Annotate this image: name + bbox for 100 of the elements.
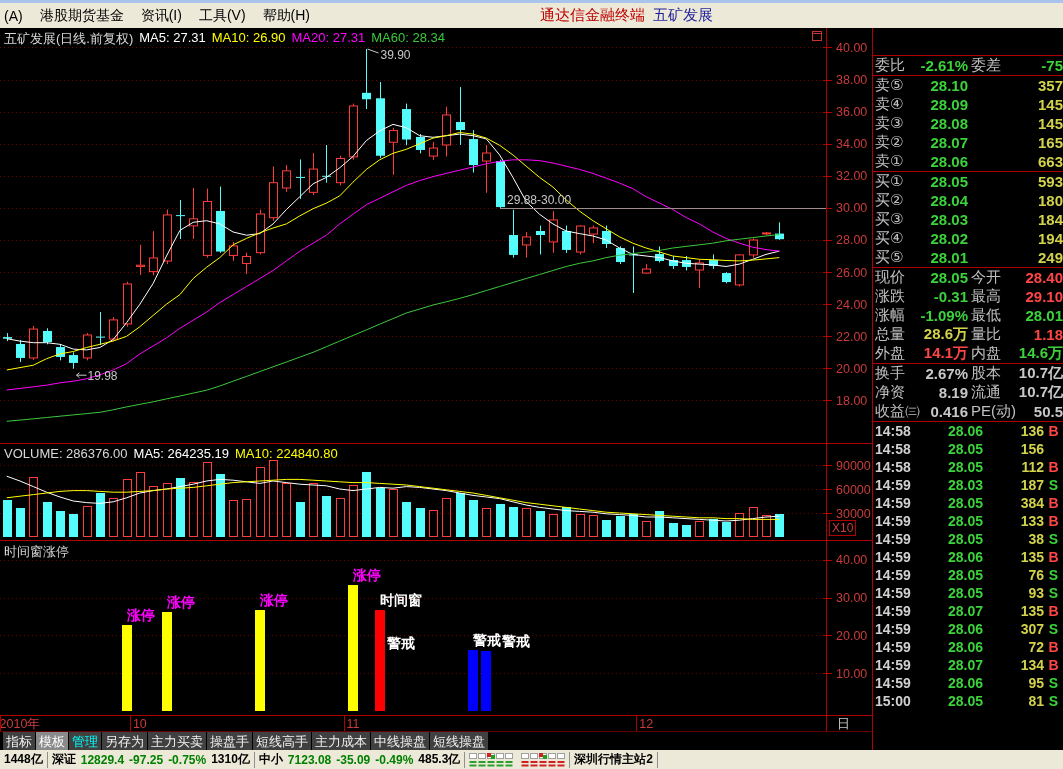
candlestick [83,332,92,361]
field-value: 0.416 [929,403,968,420]
tab[interactable]: 短线高手 [253,732,311,750]
legend-text: MA10: 26.90 [211,30,286,47]
menu-item[interactable]: 工具(V) [198,6,246,25]
menu-item[interactable]: 资讯(I) [140,6,182,25]
trade-volume: 136 [1019,423,1044,439]
candlestick [242,252,251,275]
field-value: 28.02 [929,230,968,247]
field-label: 委比 [875,56,906,75]
candlestick [163,209,172,265]
trade-volume: 76 [1027,567,1044,583]
square-icon[interactable] [812,31,822,41]
tab[interactable]: 中线操盘 [371,732,429,750]
field-value: 184 [1036,211,1063,228]
candlestick [616,245,625,265]
axis-label: 10 [132,716,147,731]
candlestick [576,225,585,255]
legend-text: MA10: 224840.80 [235,446,338,461]
candlestick [695,258,704,289]
tab[interactable]: 短线操盘 [430,732,488,750]
candlestick [389,127,398,176]
axis-label: 40.00 [836,553,868,568]
tab[interactable]: 指标 [3,732,35,750]
axis-label: 11 [346,716,360,731]
legend-text: MA60: 28.34 [371,30,445,47]
tab[interactable]: 主力买卖 [148,732,206,750]
candlestick [16,339,25,363]
trade-time: 14:59 [875,657,912,673]
status-text: 12829.4 [80,752,125,767]
field-label: 外盘 [875,344,906,363]
candlestick [509,209,518,259]
trade-time: 14:59 [875,585,912,601]
trade-time: 14:59 [875,639,912,655]
menu-item[interactable]: 帮助(H) [262,6,310,25]
field-label: 流通 [970,383,1002,402]
candlestick [3,332,12,342]
tab[interactable]: 主力成本 [312,732,370,750]
candlestick [109,316,118,342]
axis-label: 34.00 [836,137,868,152]
candlestick [536,225,545,255]
candlestick [456,86,465,146]
candlestick [256,209,265,255]
trade-side: S [1047,531,1060,547]
chart-title: 时间窗涨停 [4,543,69,561]
candlestick [322,144,331,184]
axis-label: 12 [639,716,654,731]
field-value: 28.01 [1024,307,1063,324]
candlestick [296,158,305,200]
trade-side: S [1047,621,1060,637]
field-value: 1.18 [1032,326,1063,343]
candlestick [189,187,198,240]
field-label: 换手 [875,364,906,383]
trade-side: S [1047,477,1060,493]
field-value: 28.01 [929,249,968,266]
trade-volume: 112 [1020,459,1044,475]
axis-label: 36.00 [836,105,868,120]
trade-volume: 135 [1019,603,1044,619]
field-value: 357 [1036,77,1063,94]
tab[interactable]: 管理 [69,732,101,750]
trade-volume: 156 [1019,441,1044,457]
candlestick [336,155,345,186]
trade-time: 14:59 [875,513,912,529]
axis-label: 2010年 [0,716,41,731]
menu-item[interactable]: (A) [4,7,23,24]
field-label: 买④ [875,229,905,248]
scale-label: X10 [829,520,857,536]
candlestick [149,230,158,276]
trade-price: 28.06 [946,639,983,655]
field-value: 28.04 [929,192,968,209]
candlestick [216,186,225,254]
trade-volume: 135 [1019,549,1044,565]
candlestick [735,253,744,288]
chart-title: 五矿发展(日线.前复权) [4,30,134,48]
tab[interactable]: 另存为 [102,732,147,750]
field-value: 28.08 [929,115,968,132]
trade-time: 14:59 [875,549,912,565]
candlestick [282,164,291,193]
trade-time: 14:59 [875,495,912,511]
field-value: 10.7亿 [1017,364,1063,383]
trade-side: S [1047,693,1060,709]
candlestick [309,152,318,196]
trade-price: 28.03 [946,477,983,493]
menu-item[interactable]: 港股期货基金 [39,6,124,25]
period-label[interactable]: 日 [837,716,850,731]
candlestick [522,231,531,259]
tab[interactable]: 操盘手 [207,732,252,750]
trade-volume: 72 [1027,639,1044,655]
candlestick [416,133,425,154]
candlestick [43,327,52,345]
candlestick [429,141,438,161]
price-label: 39.90 [380,48,411,62]
field-value: 28.09 [929,96,968,113]
trade-time: 14:59 [875,477,912,493]
bar-label: 涨停 [126,607,155,623]
candlestick [709,253,718,270]
bar-label: 涨停 [352,567,381,583]
field-label: 股本 [970,364,1002,383]
trade-volume: 384 [1019,495,1044,511]
bar-label: 警戒 [386,635,415,651]
